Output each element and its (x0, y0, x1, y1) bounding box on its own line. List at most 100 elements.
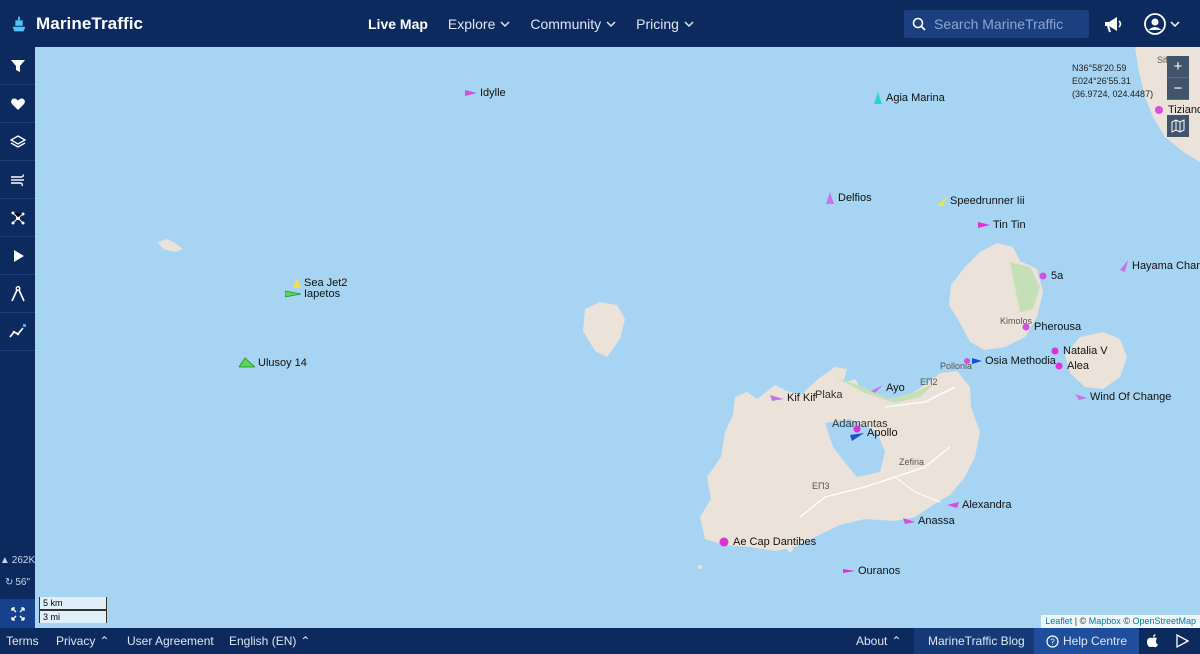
islet (698, 565, 702, 569)
scale-metric: 5 km (39, 597, 107, 610)
nav-community[interactable]: Community (530, 16, 616, 32)
leaflet-link[interactable]: Leaflet (1045, 616, 1072, 626)
vessel-marker[interactable]: Tin Tin (978, 219, 1026, 231)
footer-terms[interactable]: Terms (6, 628, 39, 654)
density-icon (11, 211, 24, 224)
vessel-icon (850, 425, 864, 441)
nav-explore[interactable]: Explore (448, 16, 510, 32)
vessel-marker[interactable]: Idylle (465, 87, 506, 99)
map-toolbar: ▲ 262K ↻ 56" (0, 47, 35, 628)
user-avatar-icon[interactable] (1143, 12, 1167, 36)
nav-label: Community (530, 15, 602, 32)
vessel-marker[interactable]: Ouranos (843, 565, 900, 577)
favorites-button[interactable] (0, 85, 35, 123)
filter-icon (10, 59, 25, 72)
chevron-down-icon[interactable] (1170, 19, 1180, 29)
logo[interactable]: MarineTraffic (8, 10, 143, 38)
nav-label: Explore (447, 15, 496, 32)
vessel-marker[interactable]: Ae Cap Dantibes (718, 536, 816, 548)
vessel-marker[interactable]: Iapetos (285, 288, 340, 300)
vessel-icon (1120, 260, 1128, 272)
vessel-icon (1022, 323, 1030, 331)
vessel-icon (947, 502, 959, 508)
vessel-icon (903, 518, 915, 524)
vessel-marker[interactable]: Anassa (903, 515, 955, 527)
nav-pricing[interactable]: Pricing (636, 16, 694, 32)
vessel-marker[interactable]: Agia Marina (873, 92, 945, 104)
footer-privacy[interactable]: Privacy ⌃ (56, 628, 109, 654)
footer-blog[interactable]: MarineTraffic Blog (914, 628, 1039, 654)
vessel-marker[interactable]: Ayo (871, 382, 905, 394)
play-store-icon (1176, 634, 1189, 648)
footer-about[interactable]: About ⌃ (856, 628, 901, 654)
vessel-icon (293, 278, 301, 288)
vessel-icon (239, 357, 255, 368)
live-map[interactable]: Plaka Adamantas Zefiria Pollonia Kimolos… (35, 47, 1200, 628)
heart-icon (10, 98, 25, 110)
refresh-value: 56" (15, 577, 31, 588)
scale-imperial: 3 mi (39, 610, 107, 623)
chevron-down-icon (684, 20, 694, 27)
vessel-icon (978, 222, 990, 228)
analytics-button[interactable] (0, 313, 35, 351)
filter-button[interactable] (0, 47, 35, 85)
zoom-out-button[interactable]: − (1167, 78, 1189, 100)
fullscreen-button[interactable] (0, 599, 35, 628)
vessel-marker[interactable]: Alexandra (947, 499, 1012, 511)
ship-logo-icon (12, 16, 26, 32)
refresh-timer[interactable]: ↻ 56" (0, 577, 35, 588)
vessel-count-value: 262K (11, 555, 36, 566)
vessel-marker[interactable]: Speedrunner Iii (935, 195, 1025, 207)
measure-button[interactable] (0, 275, 35, 313)
apple-app-link[interactable] (1146, 628, 1159, 654)
search-input[interactable] (934, 16, 1084, 32)
logo-text: MarineTraffic (36, 14, 144, 33)
search-icon (912, 17, 926, 31)
nav-label: Pricing (636, 15, 679, 32)
vessel-marker[interactable]: Delfios (825, 192, 872, 204)
chevron-up-icon: ⌃ (891, 634, 902, 648)
mapbox-link[interactable]: Mapbox (1089, 616, 1121, 626)
map-icon (1171, 119, 1185, 133)
vessel-marker[interactable]: Wind Of Change (1075, 391, 1171, 403)
footer-label: MarineTraffic Blog (928, 634, 1025, 648)
vessel-label: Ulusoy 14 (258, 357, 307, 369)
google-play-link[interactable] (1176, 628, 1189, 654)
vessel-marker[interactable]: Ulusoy 14 (239, 357, 307, 369)
ship-icon: ▲ (0, 555, 10, 566)
vessel-marker[interactable]: Alea (1054, 360, 1089, 372)
density-button[interactable] (0, 199, 35, 237)
footer-help-centre[interactable]: ? Help Centre (1034, 628, 1140, 654)
vessel-icon (937, 196, 947, 206)
vessel-marker[interactable]: Kif Kif (770, 392, 816, 404)
footer-label: English (EN) (229, 634, 297, 648)
weather-button[interactable] (0, 161, 35, 199)
vessel-marker[interactable]: Pherousa (1021, 321, 1081, 333)
vessel-marker[interactable]: Apollo (850, 425, 898, 441)
vessel-marker[interactable]: Osia Methodia (964, 355, 1056, 367)
vessel-label: Osia Methodia (985, 355, 1056, 367)
megaphone-icon[interactable] (1102, 12, 1126, 36)
vessel-label: Wind Of Change (1090, 391, 1172, 403)
vessel-marker[interactable]: Natalia V (1050, 345, 1108, 357)
vessel-label: Speedrunner Iii (950, 195, 1025, 207)
nav-live-map[interactable]: Live Map (368, 16, 428, 32)
scale-bar: 5 km 3 mi (39, 597, 107, 623)
place-label: Zefiria (899, 457, 925, 467)
search-box[interactable] (904, 10, 1089, 38)
main-nav: Live Map Explore Community Pricing (368, 0, 694, 47)
footer-label: User Agreement (127, 634, 214, 648)
zoom-controls: + − (1167, 56, 1189, 100)
vessel-marker[interactable]: Hayama Chan (1119, 260, 1200, 272)
footer-user-agreement[interactable]: User Agreement (127, 628, 214, 654)
vessel-label: Ae Cap Dantibes (733, 536, 817, 548)
vessel-icon (1039, 272, 1047, 280)
map-type-button[interactable] (1167, 115, 1189, 137)
footer-language[interactable]: English (EN) ⌃ (229, 628, 310, 654)
layers-button[interactable] (0, 123, 35, 161)
zoom-in-button[interactable]: + (1167, 56, 1189, 78)
playback-button[interactable] (0, 237, 35, 275)
osm-link[interactable]: OpenStreetMap (1132, 616, 1196, 626)
vessel-marker[interactable]: 5a (1038, 270, 1063, 282)
vessel-label: 5a (1051, 270, 1064, 282)
